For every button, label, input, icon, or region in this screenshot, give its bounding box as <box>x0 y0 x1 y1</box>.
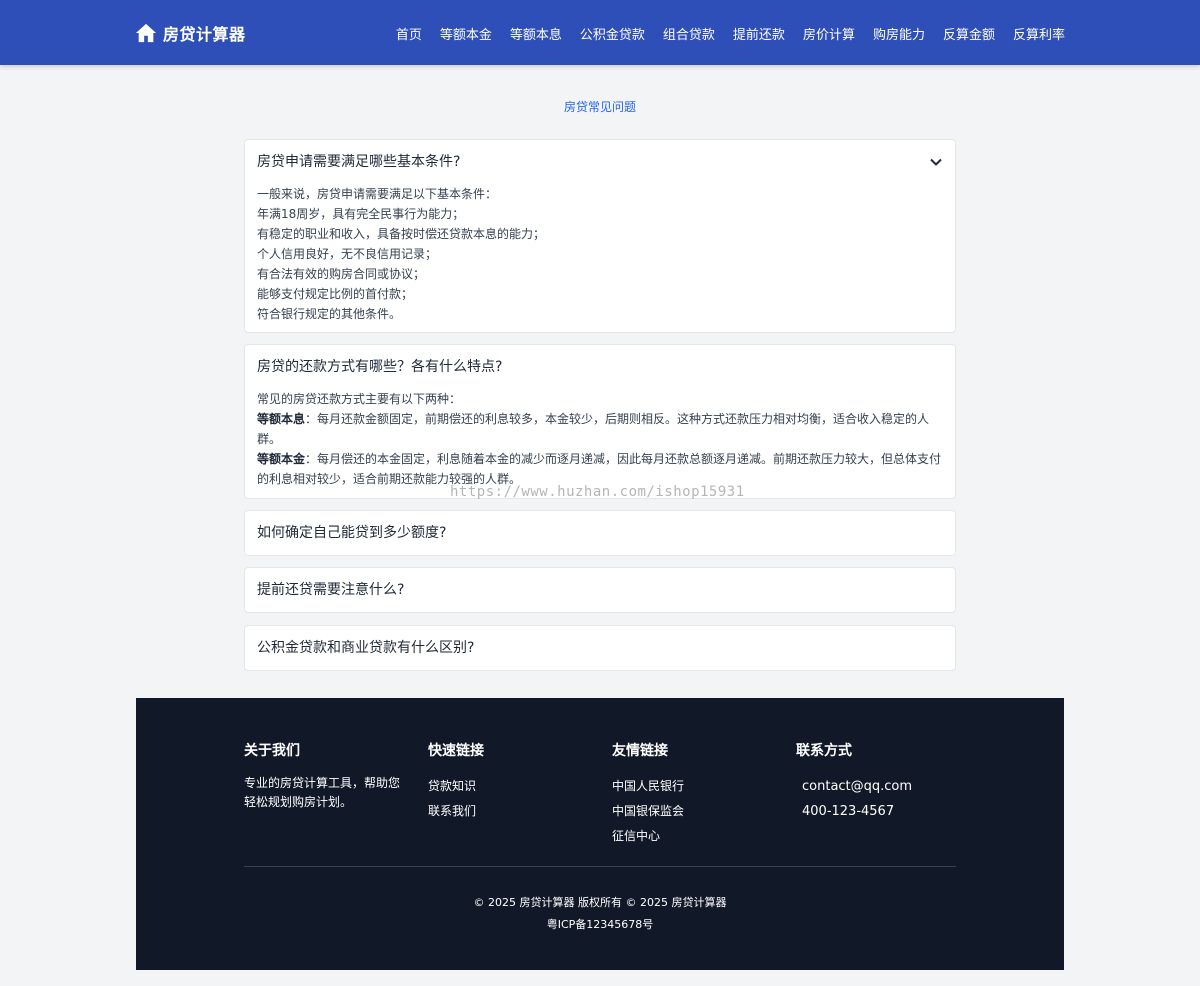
copyright-text: © 2025 房贷计算器 版权所有 © 2025 房贷计算器 <box>473 896 727 909</box>
home-icon <box>135 23 157 43</box>
footer-friend-links: 友情链接 中国人民银行 中国银保监会 征信中心 <box>612 740 684 849</box>
faq-question-toggle[interactable]: 如何确定自己能贷到多少额度? <box>245 511 955 555</box>
nav-equal-installment[interactable]: 等额本息 <box>510 24 562 43</box>
nav-home[interactable]: 首页 <box>396 24 422 43</box>
answer-term: 等额本息 <box>257 412 306 426</box>
answer-desc: ：每月偿还的本金固定，利息随着本金的减少而逐月递减，因此每月还款总额逐月递减。前… <box>257 452 942 486</box>
faq-answer: 一般来说，房贷申请需要满足以下基本条件： 年满18周岁，具有完全民事行为能力； … <box>245 184 955 334</box>
footer-link-contact-us[interactable]: 联系我们 <box>428 799 484 824</box>
footer-heading: 联系方式 <box>796 743 852 759</box>
faq-question-toggle[interactable]: 房贷的还款方式有哪些？各有什么特点? <box>245 345 955 389</box>
footer-quick-links: 快速链接 贷款知识 联系我们 <box>428 740 484 824</box>
answer-line: 有稳定的职业和收入，具备按时偿还贷款本息的能力； <box>257 227 546 241</box>
faq-question: 如何确定自己能贷到多少额度? <box>257 525 447 541</box>
footer-heading: 友情链接 <box>612 743 668 759</box>
nav-prepayment[interactable]: 提前还款 <box>733 24 785 43</box>
faq-answer: 常见的房贷还款方式主要有以下两种： 等额本息：每月还款金额固定，前期偿还的利息较… <box>245 389 955 499</box>
faq-question: 房贷申请需要满足哪些基本条件? <box>257 154 461 170</box>
nav-provident-fund-loan[interactable]: 公积金贷款 <box>580 24 645 43</box>
footer-contact: 联系方式 contact@qq.com 400-123-4567 <box>796 740 912 824</box>
faq-question: 房贷的还款方式有哪些？各有什么特点? <box>257 359 503 375</box>
footer-link-cbirc[interactable]: 中国银保监会 <box>612 799 684 824</box>
brand-name: 房贷计算器 <box>163 25 246 44</box>
contact-email: contact@qq.com <box>802 779 913 794</box>
answer-item: 等额本息：每月还款金额固定，前期偿还的利息较多，本金较少，后期则相反。这种方式还… <box>257 409 943 449</box>
brand-logo-link[interactable]: 房贷计算器 <box>135 20 246 46</box>
nav-reverse-rate[interactable]: 反算利率 <box>1013 24 1065 43</box>
answer-line: 一般来说，房贷申请需要满足以下基本条件： <box>257 187 498 201</box>
copyright-block: © 2025 房贷计算器 版权所有 © 2025 房贷计算器 粤ICP备1234… <box>136 892 1064 936</box>
faq-item: 公积金贷款和商业贷款有什么区别? <box>244 625 956 671</box>
answer-line: 个人信用良好，无不良信用记录； <box>257 247 438 261</box>
answer-line: 符合银行规定的其他条件。 <box>257 307 402 321</box>
faq-question: 公积金贷款和商业贷款有什么区别? <box>257 640 475 656</box>
answer-intro: 常见的房贷还款方式主要有以下两种： <box>257 392 462 406</box>
nav-affordability[interactable]: 购房能力 <box>873 24 925 43</box>
faq-question-toggle[interactable]: 提前还贷需要注意什么? <box>245 568 955 612</box>
footer-link-pboc[interactable]: 中国人民银行 <box>612 774 684 799</box>
nav-combined-loan[interactable]: 组合贷款 <box>663 24 715 43</box>
faq-item: 房贷的还款方式有哪些？各有什么特点? 常见的房贷还款方式主要有以下两种： 等额本… <box>244 344 956 499</box>
icp-number: 粤ICP备12345678号 <box>546 918 654 931</box>
top-navbar: 房贷计算器 首页 等额本金 等额本息 公积金贷款 组合贷款 提前还款 房价计算 … <box>0 0 1200 65</box>
faq-item: 如何确定自己能贷到多少额度? <box>244 510 956 556</box>
footer-heading: 快速链接 <box>428 743 484 759</box>
footer-about: 关于我们 专业的房贷计算工具，帮助您轻松规划购房计划。 <box>244 740 404 812</box>
nav-equal-principal[interactable]: 等额本金 <box>440 24 492 43</box>
faq-question-toggle[interactable]: 房贷申请需要满足哪些基本条件? <box>245 140 955 184</box>
site-footer: 关于我们 专业的房贷计算工具，帮助您轻松规划购房计划。 快速链接 贷款知识 联系… <box>136 698 1064 970</box>
footer-link-credit-center[interactable]: 征信中心 <box>612 824 684 849</box>
answer-line: 能够支付规定比例的首付款； <box>257 287 414 301</box>
watermark-text: https://www.huzhan.com/ishop15931 <box>450 484 745 500</box>
contact-phone: 400-123-4567 <box>802 804 895 819</box>
faq-question-toggle[interactable]: 公积金贷款和商业贷款有什么区别? <box>245 626 955 670</box>
faq-item: 提前还贷需要注意什么? <box>244 567 956 613</box>
main-nav: 首页 等额本金 等额本息 公积金贷款 组合贷款 提前还款 房价计算 购房能力 反… <box>396 20 1065 46</box>
chevron-down-icon[interactable] <box>929 155 943 169</box>
answer-line: 年满18周岁，具有完全民事行为能力； <box>257 207 465 221</box>
nav-reverse-amount[interactable]: 反算金额 <box>943 24 995 43</box>
answer-desc: ：每月还款金额固定，前期偿还的利息较多，本金较少，后期则相反。这种方式还款压力相… <box>257 412 930 446</box>
faq-item: 房贷申请需要满足哪些基本条件? 一般来说，房贷申请需要满足以下基本条件： 年满1… <box>244 139 956 333</box>
footer-link-loan-knowledge[interactable]: 贷款知识 <box>428 774 484 799</box>
about-text: 专业的房贷计算工具，帮助您轻松规划购房计划。 <box>244 776 401 809</box>
footer-heading: 关于我们 <box>244 743 300 759</box>
faq-question: 提前还贷需要注意什么? <box>257 582 405 598</box>
footer-divider <box>244 866 956 867</box>
answer-item: 等额本金：每月偿还的本金固定，利息随着本金的减少而逐月递减，因此每月还款总额逐月… <box>257 449 943 489</box>
answer-term: 等额本金 <box>257 452 306 466</box>
nav-house-price[interactable]: 房价计算 <box>803 24 855 43</box>
answer-line: 有合法有效的购房合同或协议； <box>257 267 426 281</box>
faq-section-title: 房贷常见问题 <box>563 100 636 114</box>
